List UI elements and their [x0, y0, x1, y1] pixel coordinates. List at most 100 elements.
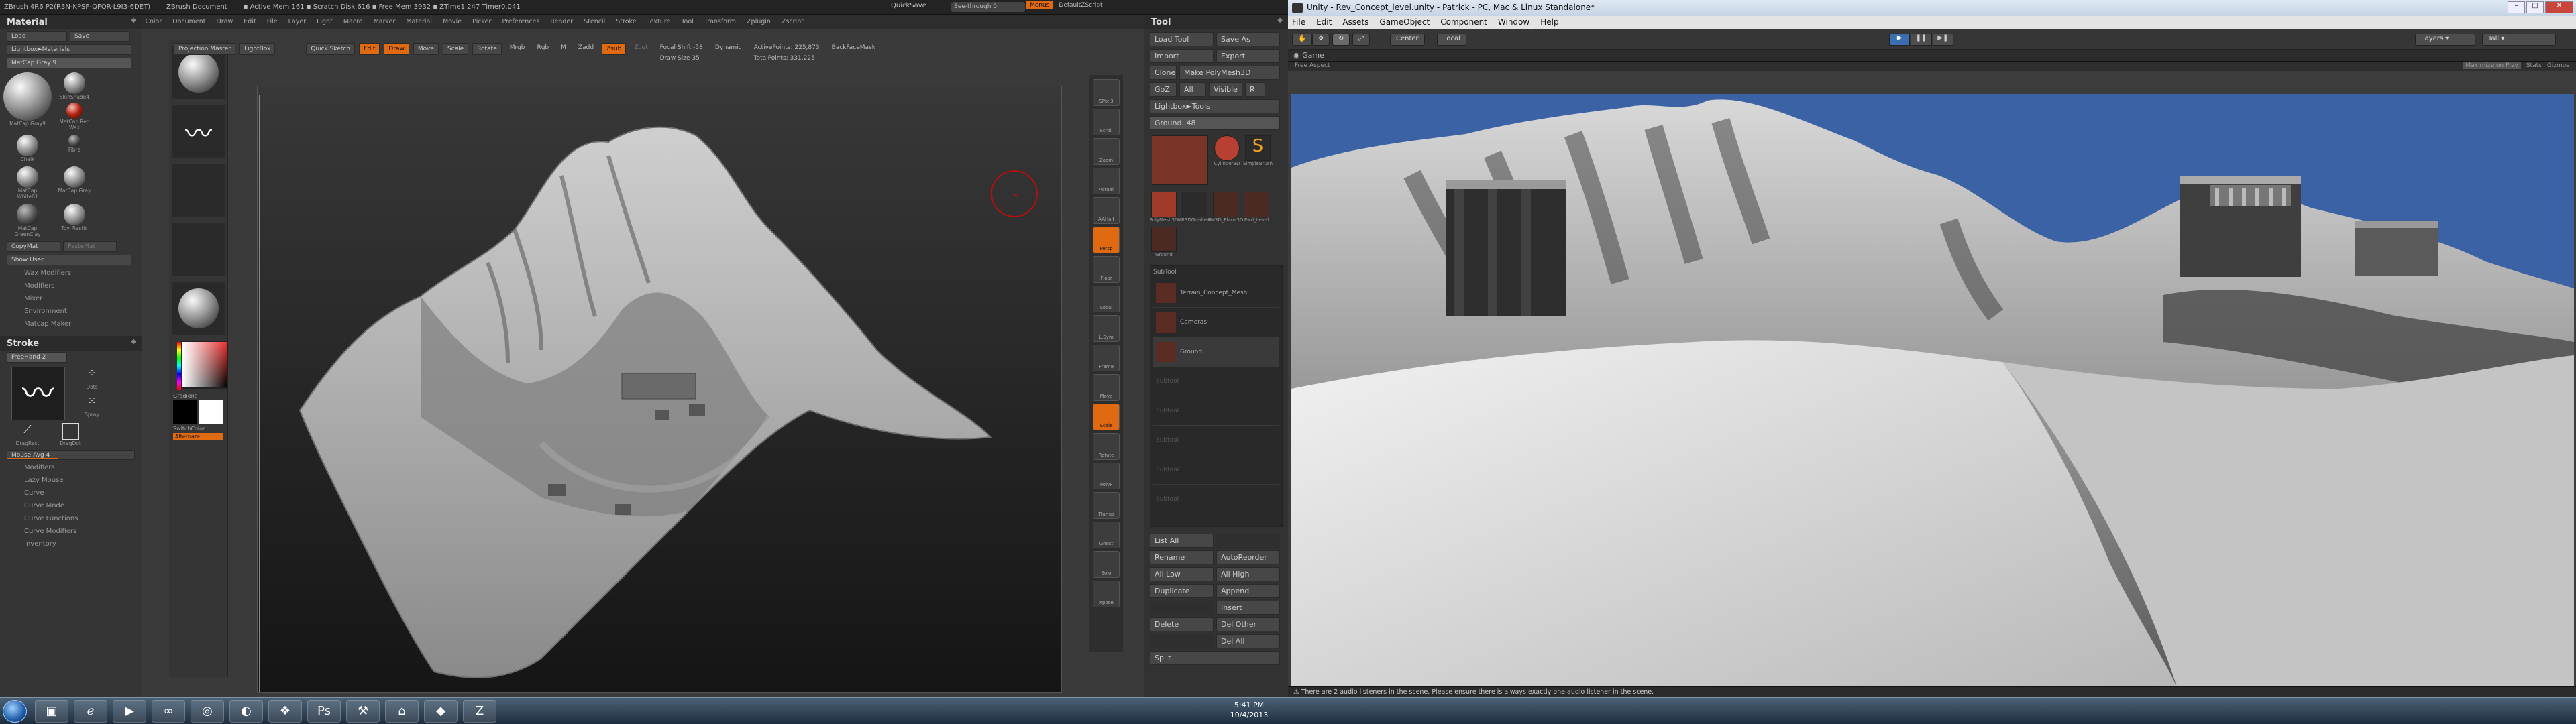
lightbox-tools-button[interactable]: Lightbox►Tools: [1150, 99, 1280, 113]
insert-button[interactable]: Insert: [1216, 601, 1280, 615]
shelf-spix-3-button[interactable]: SPix 3: [1093, 79, 1120, 106]
game-view-tab[interactable]: ◉ Game: [1288, 50, 2576, 62]
app-icon[interactable]: ⌂: [385, 699, 419, 723]
shelf-aahalf-button[interactable]: AAHalf: [1093, 197, 1120, 224]
app-icon[interactable]: ⚒: [346, 699, 380, 723]
focal-shift-slider[interactable]: Focal Shift -58: [656, 43, 707, 52]
main-color-swatch[interactable]: [199, 400, 223, 424]
shelf-xpose-button[interactable]: Xpose: [1093, 581, 1120, 607]
dynamic-button[interactable]: Dynamic: [711, 43, 746, 52]
save-as-button[interactable]: Save As: [1216, 32, 1280, 46]
zbrush-menu-stencil[interactable]: Stencil: [584, 18, 605, 25]
material-subpalette[interactable]: Mixer: [0, 292, 142, 305]
app-icon[interactable]: ∞: [152, 699, 185, 723]
zbrush-menu-transform[interactable]: Transform: [704, 18, 736, 25]
pause-icon[interactable]: ❚❚: [1911, 34, 1932, 46]
maximize-on-play-toggle[interactable]: Maximize on Play: [2463, 62, 2521, 69]
explorer-icon[interactable]: ▣: [35, 699, 68, 723]
zbrush-menu-edit[interactable]: Edit: [244, 18, 256, 25]
stroke-subpalette[interactable]: Lazy Mouse: [0, 474, 142, 487]
game-viewport[interactable]: [1291, 94, 2574, 687]
app-icon[interactable]: ❖: [268, 699, 302, 723]
stroke-palette-title[interactable]: Stroke ◆: [0, 336, 142, 351]
zbrush-menu-light[interactable]: Light: [317, 18, 333, 25]
shelf-scale-button[interactable]: Scale: [1093, 404, 1120, 430]
tool-thumb[interactable]: [1150, 135, 1210, 189]
play-icon[interactable]: ▶: [1889, 34, 1911, 46]
material-item[interactable]: MatCap Gray: [55, 166, 94, 200]
stroke-item[interactable]: 〰: [8, 367, 68, 420]
current-tool-slider[interactable]: Ground. 48: [1150, 116, 1280, 130]
shelf-transp-button[interactable]: Transp: [1093, 492, 1120, 519]
shelf-persp-button[interactable]: Persp: [1093, 227, 1120, 253]
material-subpalette[interactable]: Matcap Maker: [0, 318, 142, 330]
layers-dropdown[interactable]: Layers ▾: [2415, 34, 2475, 46]
copy-material-button[interactable]: CopyMat: [7, 241, 60, 252]
tool-palette-title[interactable]: Tool ◆: [1144, 15, 1288, 29]
pivot-local-toggle[interactable]: Local: [1437, 34, 1466, 46]
stroke-item[interactable]: ⁘ Dots: [72, 367, 111, 390]
shelf-frame-button[interactable]: Frame: [1093, 345, 1120, 371]
shelf-zoom-button[interactable]: Zoom: [1093, 138, 1120, 165]
shelf-ghost-button[interactable]: Ghost: [1093, 522, 1120, 548]
unity-menu-window[interactable]: Window: [1498, 17, 1529, 27]
material-item[interactable]: Chalk: [8, 135, 47, 162]
del-all-button[interactable]: Del All: [1216, 634, 1280, 648]
material-item[interactable]: MatCap Gray9: [3, 72, 52, 131]
zbrush-menu-draw[interactable]: Draw: [216, 18, 233, 25]
subtool-row-selected[interactable]: Ground: [1153, 337, 1279, 367]
goz-all-button[interactable]: All: [1179, 82, 1206, 97]
system-clock[interactable]: 5:41 PM 10/4/2013: [1225, 700, 1273, 720]
zbrush-menu-movie[interactable]: Movie: [443, 18, 462, 25]
lightbox-button[interactable]: LightBox: [239, 43, 276, 55]
console-status-message[interactable]: There are 2 audio listeners in the scene…: [1301, 688, 1654, 696]
zcut-button[interactable]: Zcut: [630, 43, 651, 52]
tool-thumb[interactable]: Cylinder3D: [1213, 135, 1241, 168]
pivot-center-toggle[interactable]: Center: [1390, 34, 1425, 46]
mrgb-button[interactable]: Mrgb: [506, 43, 529, 52]
move-tool-icon[interactable]: ✥: [1312, 34, 1330, 46]
rotate-tool-icon[interactable]: ↻: [1332, 34, 1350, 46]
zbrush-canvas[interactable]: [257, 86, 1062, 693]
shelf-local-button[interactable]: Local: [1093, 286, 1120, 312]
projection-master-button[interactable]: Projection Master: [174, 43, 236, 55]
start-button[interactable]: [3, 700, 27, 723]
rgb-button[interactable]: Rgb: [533, 43, 553, 52]
stroke-item[interactable]: ⁙ Spray: [72, 394, 111, 418]
unity-menu-assets[interactable]: Assets: [1342, 17, 1368, 27]
gradient-label[interactable]: Gradient: [169, 393, 227, 399]
m-button[interactable]: M: [557, 43, 570, 52]
scale-tool-icon[interactable]: ⤢: [1352, 34, 1370, 46]
tool-thumb[interactable]: PolyMesh3D: [1150, 192, 1178, 224]
tool-thumb[interactable]: NR3DGradient: [1178, 192, 1212, 224]
unity-menu-help[interactable]: Help: [1540, 17, 1558, 27]
draw-size-slider[interactable]: Draw Size 35: [656, 54, 707, 63]
unity-menu-edit[interactable]: Edit: [1316, 17, 1332, 27]
zbrush-menu-zscript[interactable]: Zscript: [782, 18, 804, 25]
zbrush-menu-texture[interactable]: Texture: [647, 18, 671, 25]
zbrush-menu-render[interactable]: Render: [550, 18, 573, 25]
quicksave-button[interactable]: QuickSave: [891, 2, 926, 9]
minimize-button[interactable]: –: [2508, 1, 2525, 13]
all-low-button[interactable]: All Low: [1150, 567, 1214, 581]
lightbox-materials-button[interactable]: Lightbox►Materials: [7, 44, 131, 55]
hue-strip[interactable]: [177, 342, 181, 390]
goz-button[interactable]: GoZ: [1150, 82, 1177, 97]
autoreorder-button[interactable]: AutoReorder: [1216, 550, 1280, 564]
aspect-dropdown[interactable]: Free Aspect: [1295, 62, 1330, 69]
rotate-button[interactable]: Rotate: [472, 43, 502, 55]
unity-menu-file[interactable]: File: [1292, 17, 1305, 27]
stats-toggle[interactable]: Stats: [2526, 62, 2542, 69]
make-polymesh-button[interactable]: Make PolyMesh3D: [1179, 66, 1280, 80]
photoshop-icon[interactable]: Ps: [307, 699, 341, 723]
zbrush-menu-material[interactable]: Material: [406, 18, 432, 25]
stroke-thumb[interactable]: 〰: [172, 105, 225, 158]
mouse-avg-slider[interactable]: Mouse Avg 4: [7, 450, 135, 460]
texture-thumb[interactable]: [172, 223, 225, 276]
zbrush-menu-tool[interactable]: Tool: [681, 18, 693, 25]
list-all-button[interactable]: List All: [1150, 534, 1214, 548]
zbrush-menu-file[interactable]: File: [267, 18, 278, 25]
step-icon[interactable]: ▶❚: [1932, 34, 1953, 46]
chrome-icon[interactable]: ◎: [191, 699, 224, 723]
palette-pin-icon[interactable]: ◆: [131, 338, 136, 345]
